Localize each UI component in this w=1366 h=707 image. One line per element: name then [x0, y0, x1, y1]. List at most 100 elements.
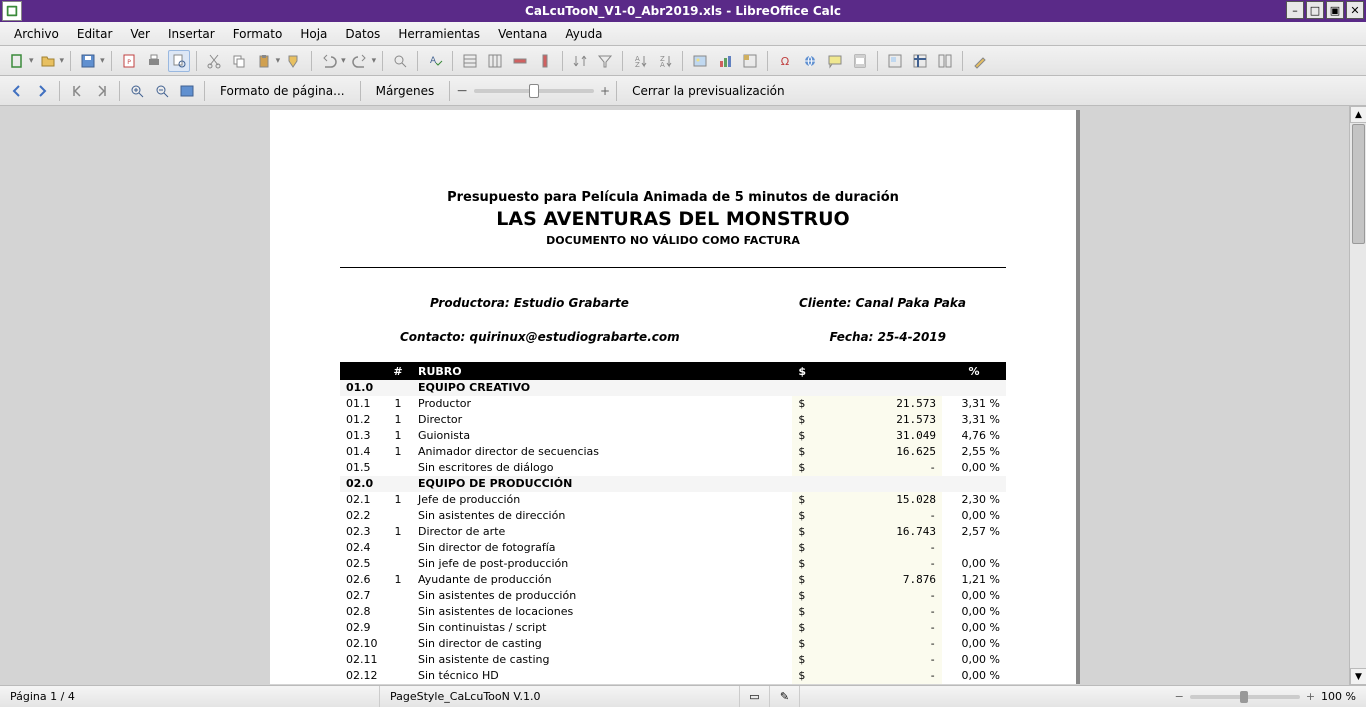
th-num: #: [384, 362, 412, 380]
zoom-value: 100 %: [1321, 690, 1356, 703]
insert-pivot-icon[interactable]: [739, 50, 761, 72]
window-titlebar: CaLcuTooN_V1-0_Abr2019.xls - LibreOffice…: [0, 0, 1366, 22]
autofilter-icon[interactable]: [594, 50, 616, 72]
status-style: PageStyle_CaLcuTooN V.1.0: [380, 686, 740, 707]
table-row: 01.31Guionista$31.0494,76 %: [340, 428, 1006, 444]
budget-table: # RUBRO $ % 01.0EQUIPO CREATIVO01.11Prod…: [340, 362, 1006, 684]
open-icon[interactable]: [37, 50, 59, 72]
svg-text:A: A: [430, 56, 437, 66]
paste-icon[interactable]: [253, 50, 275, 72]
preview-toolbar: Formato de página... Márgenes − + Cerrar…: [0, 76, 1366, 106]
next-page-icon[interactable]: [31, 80, 53, 102]
zoom-slider[interactable]: [1190, 695, 1300, 699]
doc-subtitle: Presupuesto para Película Animada de 5 m…: [340, 190, 1006, 205]
scroll-down-icon[interactable]: ▼: [1350, 668, 1366, 685]
statusbar: Página 1 / 4 PageStyle_CaLcuTooN V.1.0 ▭…: [0, 685, 1366, 707]
table-row: 02.11Jefe de producción$15.0282,30 %: [340, 492, 1006, 508]
menu-herramientas[interactable]: Herramientas: [390, 23, 488, 45]
th-rubro: RUBRO: [412, 362, 792, 380]
undo-icon[interactable]: [318, 50, 340, 72]
close-button[interactable]: ✕: [1346, 1, 1364, 19]
table-row: 02.11Sin asistente de casting$-0,00 %: [340, 652, 1006, 668]
special-char-icon[interactable]: Ω: [774, 50, 796, 72]
table-row: 02.61Ayudante de producción$7.8761,21 %: [340, 572, 1006, 588]
define-range-icon[interactable]: [884, 50, 906, 72]
status-selection-icon[interactable]: ▭: [740, 686, 770, 707]
zoom-in-icon[interactable]: [126, 80, 148, 102]
draw-icon[interactable]: [969, 50, 991, 72]
window-title: CaLcuTooN_V1-0_Abr2019.xls - LibreOffice…: [0, 4, 1366, 18]
split-icon[interactable]: [934, 50, 956, 72]
zoom-out-status-icon[interactable]: −: [1175, 690, 1184, 703]
menu-archivo[interactable]: Archivo: [6, 23, 67, 45]
sort-asc-icon[interactable]: AZ: [629, 50, 651, 72]
svg-text:Z: Z: [635, 61, 640, 69]
table-row: 01.5Sin escritores de diálogo$-0,00 %: [340, 460, 1006, 476]
zoom-in-status-icon[interactable]: +: [1306, 690, 1315, 703]
status-sign-icon[interactable]: ✎: [770, 686, 800, 707]
last-page-icon[interactable]: [91, 80, 113, 102]
menu-ventana[interactable]: Ventana: [490, 23, 555, 45]
cut-icon[interactable]: [203, 50, 225, 72]
doc-divider: [340, 267, 1006, 268]
clone-format-icon[interactable]: [283, 50, 305, 72]
close-preview-button[interactable]: Cerrar la previsualización: [623, 80, 794, 102]
minimize-button[interactable]: –: [1286, 1, 1304, 19]
table-row: 02.10Sin director de casting$-0,00 %: [340, 636, 1006, 652]
freeze-icon[interactable]: [909, 50, 931, 72]
copy-icon[interactable]: [228, 50, 250, 72]
table-row: 02.0EQUIPO DE PRODUCCIÓN: [340, 476, 1006, 492]
standard-toolbar: ▾ ▾ ▾ P ▾ ▾ ▾ A AZ ZA Ω: [0, 46, 1366, 76]
menu-ver[interactable]: Ver: [122, 23, 158, 45]
scale-slider[interactable]: − +: [456, 83, 610, 99]
table-row: 01.0EQUIPO CREATIVO: [340, 380, 1006, 396]
vertical-scrollbar[interactable]: ▲ ▼: [1349, 106, 1366, 685]
contact-label: Contacto: quirinux@estudiograbarte.com: [400, 330, 680, 344]
redo-icon[interactable]: [349, 50, 371, 72]
maximize-button[interactable]: ▣: [1326, 1, 1344, 19]
table-row: 01.41Animador director de secuencias$16.…: [340, 444, 1006, 460]
fullscreen-icon[interactable]: [176, 80, 198, 102]
menu-hoja[interactable]: Hoja: [292, 23, 335, 45]
restore-button[interactable]: □: [1306, 1, 1324, 19]
menu-datos[interactable]: Datos: [337, 23, 388, 45]
save-icon[interactable]: [77, 50, 99, 72]
table-row: 02.4Sin director de fotografía$-: [340, 540, 1006, 556]
print-icon[interactable]: [143, 50, 165, 72]
spellcheck-icon[interactable]: A: [424, 50, 446, 72]
menu-editar[interactable]: Editar: [69, 23, 121, 45]
new-icon[interactable]: [6, 50, 28, 72]
date-label: Fecha: 25-4-2019: [829, 330, 946, 344]
find-icon[interactable]: [389, 50, 411, 72]
table-row: 02.12Sin técnico HD$-0,00 %: [340, 668, 1006, 684]
menu-ayuda[interactable]: Ayuda: [557, 23, 610, 45]
insert-image-icon[interactable]: [689, 50, 711, 72]
comment-icon[interactable]: [824, 50, 846, 72]
export-pdf-icon[interactable]: P: [118, 50, 140, 72]
menu-formato[interactable]: Formato: [225, 23, 291, 45]
sort-desc-icon[interactable]: ZA: [654, 50, 676, 72]
first-page-icon[interactable]: [66, 80, 88, 102]
insert-row-icon[interactable]: [459, 50, 481, 72]
table-row: 02.5Sin jefe de post-producción$-0,00 %: [340, 556, 1006, 572]
menu-insertar[interactable]: Insertar: [160, 23, 223, 45]
table-row: 01.11Productor$21.5733,31 %: [340, 396, 1006, 412]
scroll-up-icon[interactable]: ▲: [1350, 106, 1366, 123]
insert-chart-icon[interactable]: [714, 50, 736, 72]
delete-row-icon[interactable]: [509, 50, 531, 72]
delete-col-icon[interactable]: [534, 50, 556, 72]
print-preview-icon[interactable]: [168, 50, 190, 72]
scroll-thumb[interactable]: [1352, 124, 1365, 244]
menubar: Archivo Editar Ver Insertar Formato Hoja…: [0, 22, 1366, 46]
hyperlink-icon[interactable]: [799, 50, 821, 72]
insert-col-icon[interactable]: [484, 50, 506, 72]
page-format-button[interactable]: Formato de página...: [211, 80, 354, 102]
svg-text:P: P: [127, 59, 131, 66]
margins-button[interactable]: Márgenes: [367, 80, 444, 102]
header-footer-icon[interactable]: [849, 50, 871, 72]
client-label: Cliente: Canal Paka Paka: [799, 296, 966, 310]
sort-icon[interactable]: [569, 50, 591, 72]
zoom-out-icon[interactable]: [151, 80, 173, 102]
doc-title: LAS AVENTURAS DEL MONSTRUO: [340, 208, 1006, 230]
prev-page-icon[interactable]: [6, 80, 28, 102]
